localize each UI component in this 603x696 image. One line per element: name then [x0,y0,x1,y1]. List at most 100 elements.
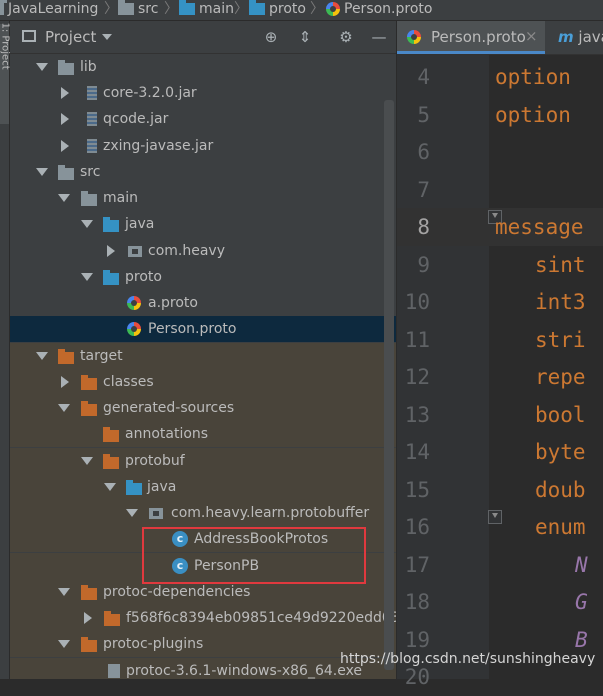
tree-item-file-selected[interactable]: Person.proto [10,316,396,342]
collapse-arrow-icon[interactable] [61,113,69,125]
expand-arrow-icon[interactable] [36,63,48,71]
tree-item-generated-sources[interactable]: generated-sources [10,395,396,421]
collapse-arrow-icon[interactable] [61,376,69,388]
tree-item-label: com.heavy.learn.protobuffer [171,505,370,521]
expand-arrow-icon[interactable] [36,168,48,176]
file-icon [108,664,120,678]
tree-item-file[interactable]: a.proto [10,290,396,316]
tree-item-protobuf[interactable]: protobuf [10,448,396,474]
chevron-down-icon[interactable] [102,34,112,40]
tree-item-main[interactable]: main [10,185,396,211]
breadcrumb: JavaLearning 〉 src 〉 main 〉 proto 〉 Pers… [0,0,603,21]
package-icon [128,246,142,257]
tree-item-annotations[interactable]: annotations [10,421,396,447]
project-view-selector[interactable]: Project [45,28,96,46]
code-token: doub [535,477,586,502]
tree-item-package[interactable]: com.heavy [10,238,396,264]
tree-item-java[interactable]: java [10,211,396,237]
tree-item-classes[interactable]: classes [10,369,396,395]
code-line[interactable]: 6 [397,133,603,171]
line-number: 17 [404,552,430,577]
folder-icon [179,0,195,15]
code-line[interactable]: 18 G [397,583,603,621]
jar-icon [87,112,97,126]
tree-item-generated-java[interactable]: java [10,474,396,500]
tree-item-hash-folder[interactable]: f568f6c8394eb09851ce49d9220edd03 [10,605,396,631]
line-number: 13 [404,402,430,427]
line-number: 10 [404,290,430,314]
code-line[interactable]: 10 int3 [397,283,603,321]
expand-arrow-icon[interactable] [126,509,138,517]
breadcrumb-item-src[interactable]: src [118,0,158,18]
code-token: byte [535,440,586,464]
breadcrumb-label: Person.proto [344,1,433,17]
expand-arrow-icon[interactable] [81,273,93,281]
locate-icon[interactable]: ⊕ [263,29,279,45]
collapse-arrow-icon[interactable] [84,612,92,624]
code-token: G [575,590,588,614]
gear-icon[interactable]: ⚙ [338,29,354,45]
tree-item-label: java [125,216,155,232]
folder-icon [249,0,265,15]
breadcrumb-item-proto[interactable]: proto [249,0,306,18]
project-panel-header: Project ⊕ ⇕ ⚙ — [10,21,396,54]
breadcrumb-item-person-proto[interactable]: Person.proto [326,0,432,18]
tab-person-proto[interactable]: Person.proto × [397,21,545,54]
code-line[interactable]: 5 option [397,96,603,134]
tree-item-package[interactable]: com.heavy.learn.protobuffer [10,500,396,526]
expand-arrow-icon[interactable] [58,640,70,648]
tree-item-protoc-plugins[interactable]: protoc-plugins [10,631,396,657]
expand-arrow-icon[interactable] [81,220,93,228]
code-line[interactable]: 7 [397,171,603,209]
code-line[interactable]: 16 enum [397,508,603,546]
tree-item-jar[interactable]: core-3.2.0.jar [10,80,396,106]
line-number: 4 [417,65,430,89]
expand-arrow-icon[interactable] [36,352,48,360]
folder-icon [118,0,134,15]
tree-item-file[interactable]: protoc-3.6.1-windows-x86_64.exe [10,658,396,679]
code-line[interactable]: 8 message [397,208,603,246]
tree-item-proto[interactable]: proto [10,264,396,290]
line-number: 11 [404,327,430,352]
breadcrumb-item-project[interactable]: JavaLearning [0,0,98,18]
code-line[interactable]: 4 option [397,58,603,96]
tree-item-src[interactable]: src [10,159,396,185]
hide-icon[interactable]: — [371,29,387,45]
tree-scrollbar[interactable] [384,100,394,670]
code-line[interactable]: 14 byte [397,433,603,471]
breadcrumb-item-main[interactable]: main [179,0,234,18]
code-line[interactable]: 12 repe [397,358,603,396]
collapse-arrow-icon[interactable] [107,245,115,257]
expand-arrow-icon[interactable] [58,588,70,596]
tree-item-target[interactable]: target [10,343,396,369]
chevron-right-icon: 〉 [164,1,178,17]
tree-item-label: qcode.jar [103,111,169,127]
tab-java[interactable]: m java [558,28,603,46]
line-number: 5 [417,102,430,127]
expand-arrow-icon[interactable] [81,457,93,465]
code-line[interactable]: 13 bool [397,396,603,434]
tree-item-jar[interactable]: zxing-javase.jar [10,133,396,159]
collapse-arrow-icon[interactable] [61,140,69,152]
code-line[interactable]: 9 sint [397,246,603,284]
line-number: 15 [404,477,430,502]
tree-item-lib[interactable]: lib [10,54,396,80]
proto-file-icon [326,2,340,16]
expand-arrow-icon[interactable] [104,483,116,491]
code-token: option [495,102,571,127]
collapse-arrow-icon[interactable] [61,87,69,99]
project-view-icon [22,30,36,42]
collapse-all-icon[interactable]: ⇕ [297,29,313,45]
close-icon[interactable]: × [525,27,538,45]
expand-arrow-icon[interactable] [58,194,70,202]
line-number: 7 [417,177,430,202]
java-class-icon: m [558,28,574,46]
code-line[interactable]: 17 N [397,546,603,584]
project-tree[interactable]: lib core-3.2.0.jar qcode.jar zxing-javas… [10,54,396,679]
expand-arrow-icon[interactable] [58,404,70,412]
tree-item-jar[interactable]: qcode.jar [10,106,396,132]
code-line[interactable]: 15 doub [397,471,603,509]
code-line[interactable]: 11 stri [397,321,603,359]
line-number: 16 [404,515,430,539]
fold-icon[interactable] [488,510,502,524]
